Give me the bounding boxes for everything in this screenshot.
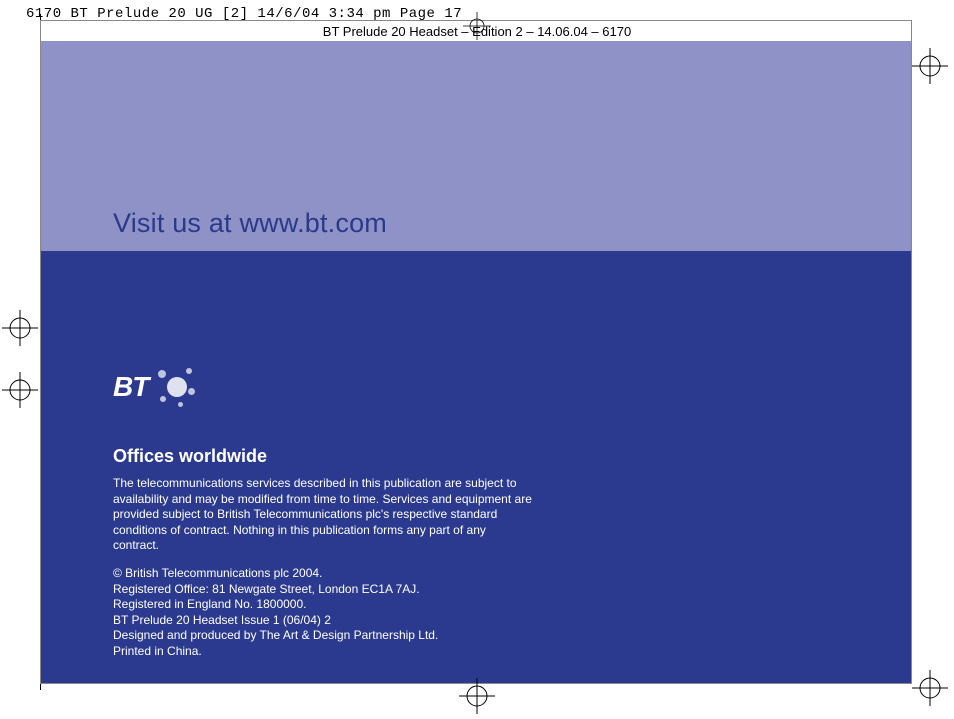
legal-block: © British Telecommunications plc 2004. R… <box>113 566 533 660</box>
main-content-panel: BT Offices worldwide The telecommunicati… <box>41 251 911 683</box>
top-banner: Visit us at www.bt.com <box>41 41 911 251</box>
registration-mark-icon <box>2 372 38 408</box>
bt-logo: BT <box>113 366 198 408</box>
crop-tick-icon <box>40 684 41 690</box>
registered-number-line: Registered in England No. 1800000. <box>113 597 533 613</box>
crop-tick-icon <box>40 14 41 20</box>
design-credit-line: Designed and produced by The Art & Desig… <box>113 628 533 644</box>
printed-in-line: Printed in China. <box>113 644 533 660</box>
copyright-line: © British Telecommunications plc 2004. <box>113 566 533 582</box>
registration-mark-icon <box>912 48 948 84</box>
registration-mark-icon <box>912 670 948 706</box>
page-frame: Visit us at www.bt.com BT Offices worldw… <box>40 20 912 684</box>
registration-mark-icon <box>2 310 38 346</box>
visit-url-heading: Visit us at www.bt.com <box>113 208 387 239</box>
disclaimer-paragraph: The telecommunications services describe… <box>113 476 533 554</box>
body-copy: The telecommunications services describe… <box>113 476 533 672</box>
registered-office-line: Registered Office: 81 Newgate Street, Lo… <box>113 582 533 598</box>
bt-globe-icon <box>156 366 198 408</box>
issue-line: BT Prelude 20 Headset Issue 1 (06/04) 2 <box>113 613 533 629</box>
bt-logo-text: BT <box>113 371 148 403</box>
offices-worldwide-heading: Offices worldwide <box>113 446 267 467</box>
